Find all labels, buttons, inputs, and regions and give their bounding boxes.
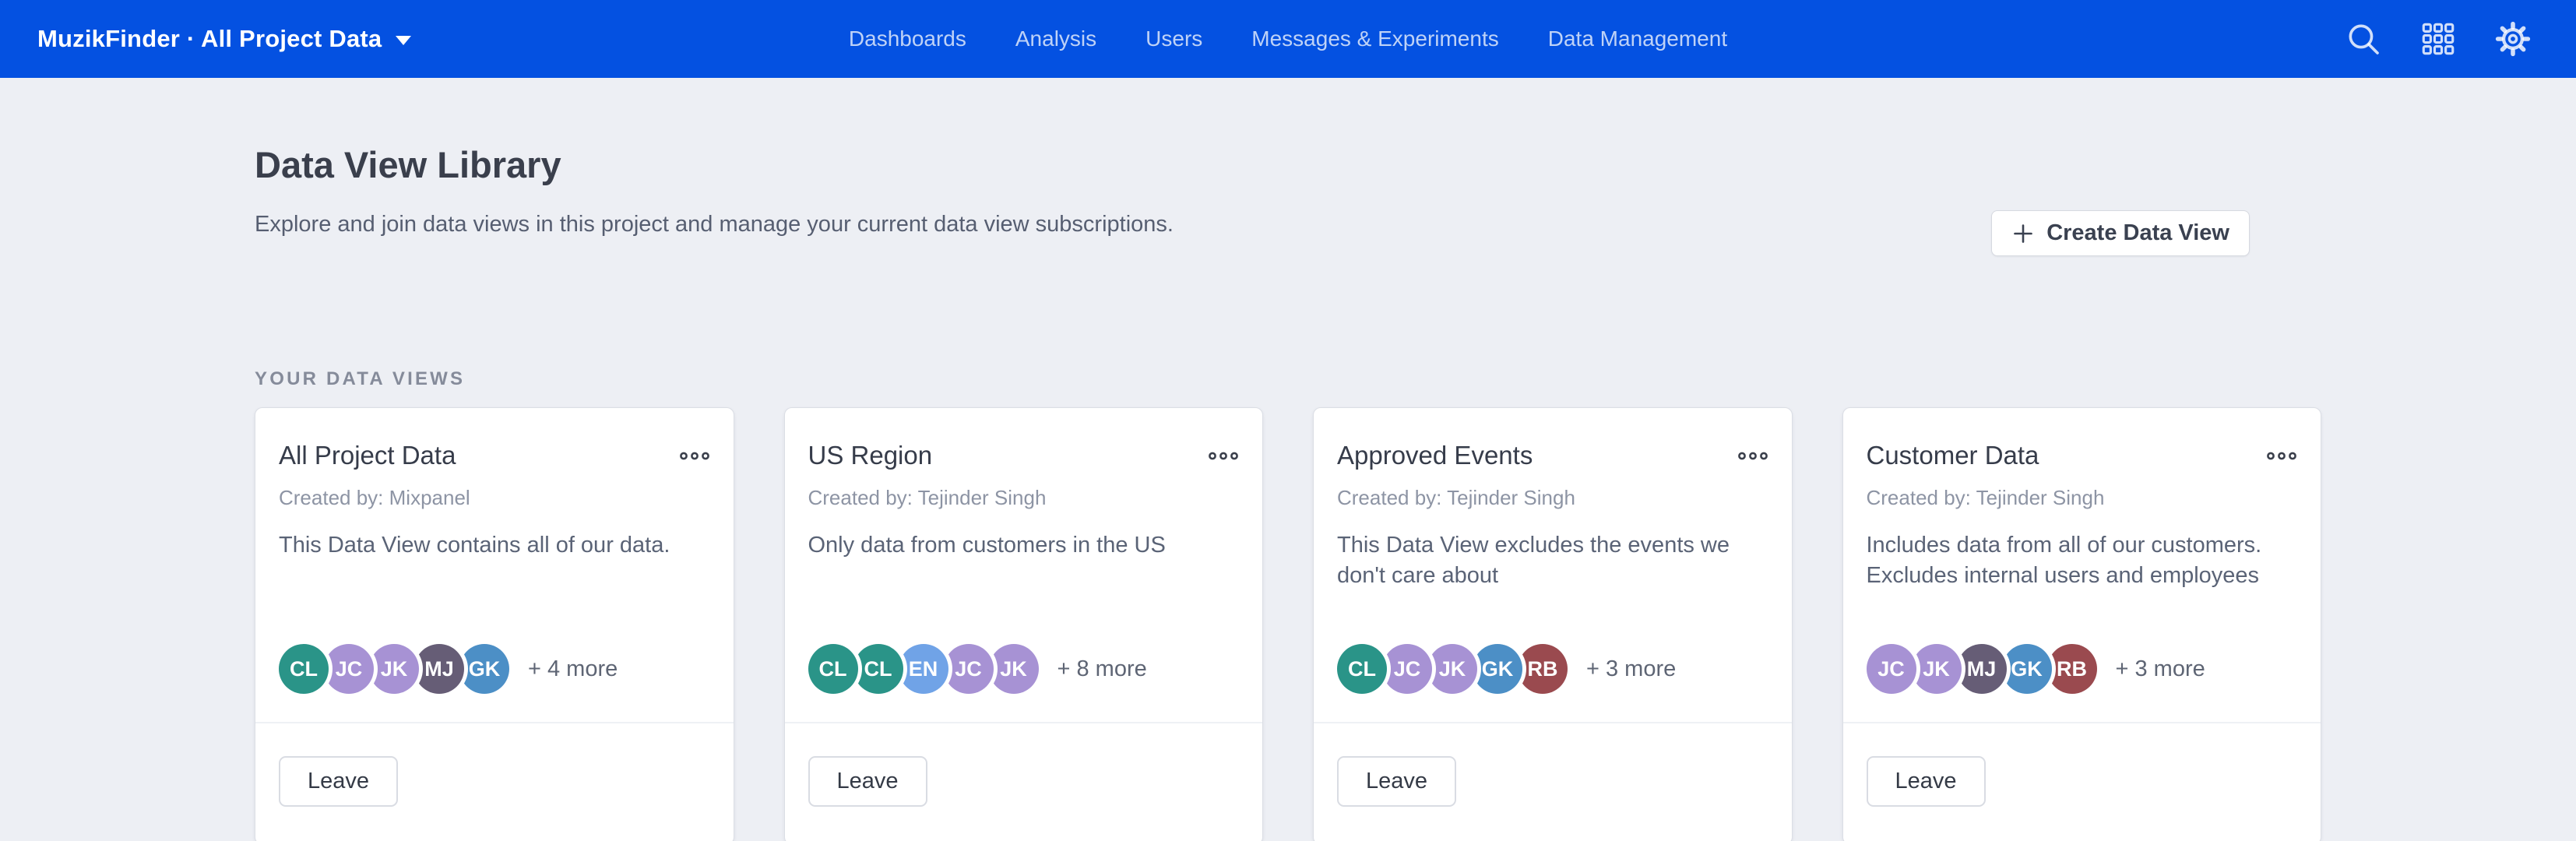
member-avatars: CL JC JK GK RB + 3 more — [1337, 644, 1768, 694]
card-title: Approved Events — [1337, 441, 1533, 470]
main-nav: Dashboards Analysis Users Messages & Exp… — [849, 26, 1727, 51]
topbar: MuzikFinder · All Project Data Dashboard… — [0, 0, 2576, 78]
card-title: Customer Data — [1867, 441, 2039, 470]
apps-grid-icon[interactable] — [2422, 23, 2455, 55]
avatar: CL — [853, 644, 903, 694]
card-created-by: Created by: Mixpanel — [279, 486, 710, 510]
section-label: YOUR DATA VIEWS — [255, 368, 2321, 390]
leave-button[interactable]: Leave — [1867, 756, 1986, 807]
avatar: JK — [369, 644, 419, 694]
card-divider — [785, 722, 1263, 723]
avatar: MJ — [1957, 644, 2007, 694]
more-members-label: + 3 more — [1586, 656, 1676, 682]
member-avatars: JC JK MJ GK RB + 3 more — [1867, 644, 2298, 694]
page-title: Data View Library — [255, 143, 1174, 187]
card-menu-icon[interactable] — [1208, 448, 1239, 464]
avatar: JC — [1867, 644, 1916, 694]
avatar: JC — [1382, 644, 1432, 694]
nav-users[interactable]: Users — [1145, 26, 1202, 51]
data-view-card: Customer Data Created by: Tejinder Singh… — [1842, 407, 2322, 841]
card-description: This Data View contains all of our data. — [279, 530, 710, 561]
card-title: All Project Data — [279, 441, 456, 470]
avatar: JC — [324, 644, 374, 694]
search-icon[interactable] — [2345, 21, 2381, 57]
card-description: Includes data from all of our customers.… — [1867, 530, 2298, 591]
page-subtitle: Explore and join data views in this proj… — [255, 212, 1174, 238]
card-divider — [1314, 722, 1792, 723]
data-view-card: All Project Data Created by: Mixpanel Th… — [255, 407, 734, 841]
more-members-label: + 3 more — [2116, 656, 2205, 682]
data-view-cards: All Project Data Created by: Mixpanel Th… — [255, 407, 2321, 841]
card-title: US Region — [808, 441, 933, 470]
avatar: GK — [2002, 644, 2052, 694]
create-data-view-label: Create Data View — [2046, 220, 2229, 246]
leave-button[interactable]: Leave — [808, 756, 927, 807]
nav-messages-experiments[interactable]: Messages & Experiments — [1251, 26, 1498, 51]
card-divider — [1843, 722, 2321, 723]
card-created-by: Created by: Tejinder Singh — [1867, 486, 2298, 510]
avatar: CL — [1337, 644, 1387, 694]
card-description: Only data from customers in the US — [808, 530, 1240, 561]
avatar: EN — [899, 644, 948, 694]
project-switcher[interactable]: MuzikFinder · All Project Data — [37, 25, 411, 53]
avatar: RB — [2047, 644, 2097, 694]
avatar: CL — [279, 644, 329, 694]
card-menu-icon[interactable] — [2266, 448, 2297, 464]
plus-icon — [2011, 222, 2035, 245]
avatar: JC — [944, 644, 994, 694]
leave-button[interactable]: Leave — [1337, 756, 1456, 807]
topbar-icons — [2345, 21, 2531, 57]
more-members-label: + 8 more — [1057, 656, 1147, 682]
avatar: MJ — [414, 644, 464, 694]
card-menu-icon[interactable] — [679, 448, 710, 464]
brand-label: MuzikFinder · All Project Data — [37, 25, 382, 53]
avatar: RB — [1518, 644, 1568, 694]
avatar: GK — [1473, 644, 1522, 694]
avatar: GK — [459, 644, 509, 694]
card-created-by: Created by: Tejinder Singh — [808, 486, 1240, 510]
chevron-down-icon — [396, 36, 411, 45]
avatar: CL — [808, 644, 858, 694]
leave-button[interactable]: Leave — [279, 756, 398, 807]
avatar: JK — [1427, 644, 1477, 694]
card-head: All Project Data — [279, 441, 710, 470]
data-view-library-page: Data View Library Explore and join data … — [0, 143, 2576, 841]
card-head: Customer Data — [1867, 441, 2298, 470]
card-description: This Data View excludes the events we do… — [1337, 530, 1768, 591]
card-head: US Region — [808, 441, 1240, 470]
member-avatars: CL JC JK MJ GK + 4 more — [279, 644, 710, 694]
settings-gear-icon[interactable] — [2495, 21, 2531, 57]
card-divider — [255, 722, 734, 723]
member-avatars: CL CL EN JC JK + 8 more — [808, 644, 1240, 694]
page-header: Data View Library Explore and join data … — [255, 143, 2321, 256]
nav-dashboards[interactable]: Dashboards — [849, 26, 966, 51]
card-menu-icon[interactable] — [1737, 448, 1768, 464]
avatar: JK — [1912, 644, 1962, 694]
create-data-view-button[interactable]: Create Data View — [1991, 210, 2250, 256]
avatar: JK — [989, 644, 1039, 694]
more-members-label: + 4 more — [528, 656, 618, 682]
data-view-card: Approved Events Created by: Tejinder Sin… — [1313, 407, 1793, 841]
nav-analysis[interactable]: Analysis — [1015, 26, 1096, 51]
card-head: Approved Events — [1337, 441, 1768, 470]
nav-data-management[interactable]: Data Management — [1548, 26, 1727, 51]
card-created-by: Created by: Tejinder Singh — [1337, 486, 1768, 510]
data-view-card: US Region Created by: Tejinder Singh Onl… — [784, 407, 1264, 841]
page-header-text: Data View Library Explore and join data … — [255, 143, 1174, 238]
